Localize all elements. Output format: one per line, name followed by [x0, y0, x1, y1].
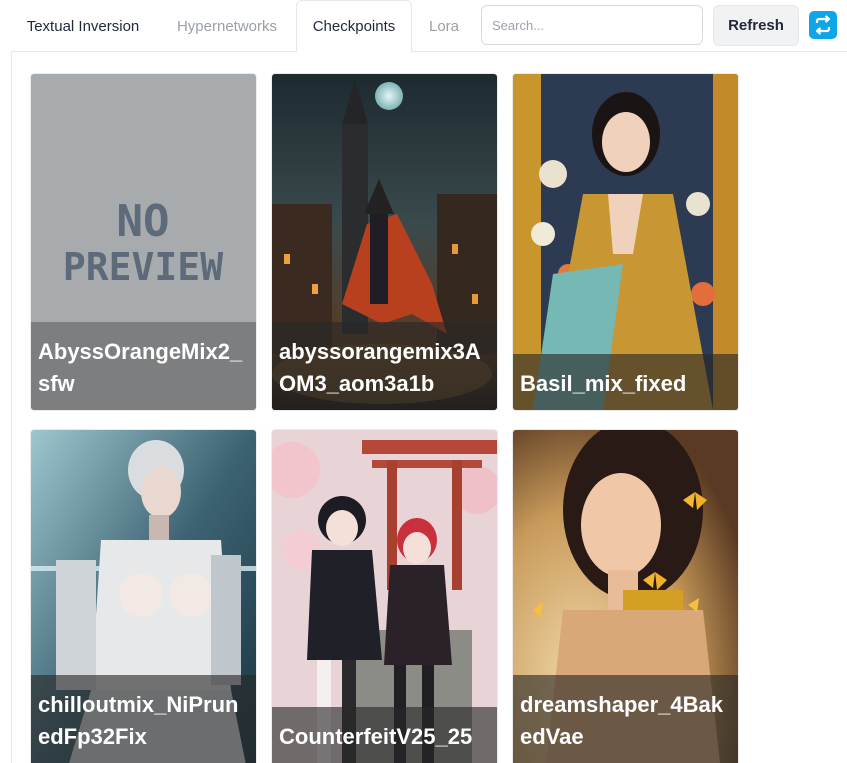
card-name: Basil_mix_fixed	[520, 371, 687, 396]
tab-lora[interactable]: Lora	[418, 0, 470, 52]
card-name: AbyssOrangeMix2_sfw	[38, 339, 243, 396]
tab-checkpoints[interactable]: Checkpoints	[296, 0, 412, 52]
model-card[interactable]: Basil_mix_fixed	[513, 74, 738, 410]
card-name: CounterfeitV25_25	[279, 724, 473, 749]
model-card[interactable]: dreamshaper_4BakedVae	[513, 430, 738, 763]
tab-textual-inversion[interactable]: Textual Inversion	[12, 0, 154, 52]
card-label-band: dreamshaper_4BakedVae	[513, 675, 738, 763]
tab-divider	[411, 51, 847, 52]
card-label-band: chilloutmix_NiPrunedFp32Fix	[31, 675, 256, 763]
card-label-band: abyssorangemix3AOM3_aom3a1b	[272, 322, 497, 410]
card-name: abyssorangemix3AOM3_aom3a1b	[279, 339, 481, 396]
card-label-band: CounterfeitV25_25	[272, 707, 497, 763]
model-card[interactable]: chilloutmix_NiPrunedFp32Fix	[31, 430, 256, 763]
model-card[interactable]: NO PREVIEW AbyssOrangeMix2_sfw	[31, 74, 256, 410]
extra-networks-panel: Textual Inversion Hypernetworks Checkpoi…	[0, 0, 847, 763]
card-label-band: AbyssOrangeMix2_sfw	[31, 322, 256, 410]
card-name: chilloutmix_NiPrunedFp32Fix	[38, 692, 239, 749]
search-input[interactable]	[481, 5, 703, 45]
refresh-button[interactable]: Refresh	[713, 5, 799, 46]
model-card[interactable]: CounterfeitV25_25	[272, 430, 497, 763]
card-label-band: Basil_mix_fixed	[513, 354, 738, 410]
tab-hypernetworks[interactable]: Hypernetworks	[162, 0, 292, 52]
panel-border	[11, 51, 12, 763]
card-name: dreamshaper_4BakedVae	[520, 692, 724, 749]
tab-divider	[12, 51, 296, 52]
model-card[interactable]: abyssorangemix3AOM3_aom3a1b	[272, 74, 497, 410]
sync-arrows-icon	[815, 15, 831, 35]
no-preview-line-2: PREVIEW	[63, 245, 223, 289]
sync-button[interactable]	[809, 11, 837, 39]
no-preview-line-1: NO	[117, 196, 170, 247]
